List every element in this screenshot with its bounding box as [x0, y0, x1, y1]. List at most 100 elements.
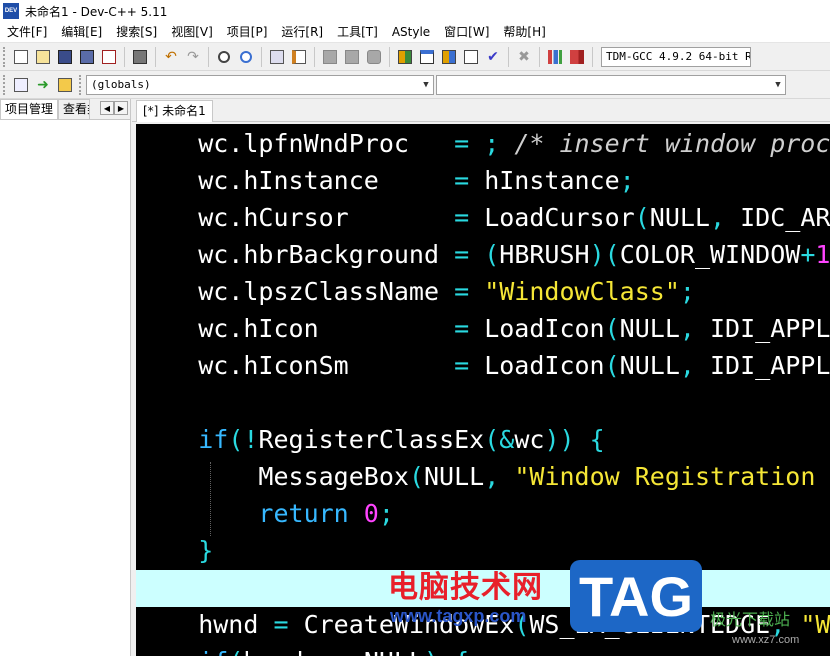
undo-button[interactable]: ↶ — [161, 47, 181, 67]
new-file-button[interactable] — [11, 47, 31, 67]
menu-project[interactable]: 项目[P] — [220, 22, 275, 42]
close-file-button[interactable] — [99, 47, 119, 67]
compile-run-button[interactable] — [439, 47, 459, 67]
compile-icon — [398, 49, 412, 64]
code-line[interactable]: return 0; — [138, 495, 394, 532]
replace-button[interactable] — [236, 47, 256, 67]
app-icon: DEV — [3, 3, 19, 19]
find-icon — [218, 50, 230, 63]
close-file-icon — [102, 49, 116, 64]
menu-file[interactable]: 文件[F] — [0, 22, 54, 42]
toolbar-separator — [155, 46, 156, 67]
left-panel: 项目管理 查看类 ◀ ▶ — [0, 99, 131, 656]
toolbar-separator — [208, 46, 209, 67]
toolbar-grip[interactable] — [3, 46, 8, 67]
chevron-down-icon: ▼ — [775, 79, 781, 90]
toolbar-separator — [592, 46, 593, 67]
goto-icon: ➜ — [37, 76, 49, 93]
toolbar-separator — [389, 46, 390, 67]
chart-icon — [548, 49, 562, 64]
new-file-icon — [14, 49, 28, 64]
goto-line-button[interactable] — [289, 47, 309, 67]
tab-project[interactable]: 项目管理 — [0, 99, 59, 119]
code-editor[interactable]: wc.lpfnWndProc = ; /* insert window proc… — [136, 124, 830, 656]
code-line[interactable]: wc.hIconSm = LoadIcon(NULL, IDI_APPLICAT… — [138, 347, 830, 384]
bookmark-icon — [270, 49, 284, 64]
tab-classes[interactable]: 查看类 — [58, 99, 91, 119]
compile-button[interactable] — [395, 47, 415, 67]
compiler-select[interactable]: TDM-GCC 4.9.2 64-bit Release — [601, 46, 751, 67]
run-icon — [420, 49, 434, 64]
scope-select[interactable]: (globals) ▼ — [86, 74, 434, 95]
replace-icon — [240, 50, 252, 63]
code-line[interactable]: if(hwnd == NULL) { — [138, 643, 469, 656]
editor-tab[interactable]: [*] 未命名1 — [136, 100, 213, 122]
code-line[interactable]: wc.hbrBackground = (HBRUSH)(COLOR_WINDOW… — [138, 236, 830, 273]
project-options-button[interactable] — [364, 47, 384, 67]
code-line[interactable]: wc.hCursor = LoadCursor(NULL, IDC_ARROW)… — [138, 199, 830, 236]
find-button[interactable] — [214, 47, 234, 67]
syntax-check-button[interactable]: ✔ — [483, 47, 503, 67]
redo-button[interactable]: ↷ — [183, 47, 203, 67]
project-add-button[interactable] — [342, 47, 362, 67]
stop-execution-button[interactable]: ✖ — [514, 47, 534, 67]
code-line[interactable]: } — [138, 532, 213, 569]
menu-astyle[interactable]: AStyle — [385, 22, 437, 42]
toolbar-grip[interactable] — [3, 74, 8, 95]
code-line[interactable]: wc.lpfnWndProc = ; /* insert window proc… — [138, 125, 830, 162]
current-line-highlight — [136, 570, 830, 607]
tab-scroll-right-button[interactable]: ▶ — [114, 101, 128, 115]
scope-value: (globals) — [91, 78, 151, 91]
project-add-icon — [345, 49, 359, 64]
tab-scroll-buttons: ◀ ▶ — [100, 101, 128, 115]
save-icon — [58, 49, 72, 64]
goto-line-icon — [292, 49, 306, 64]
menu-help[interactable]: 帮助[H] — [496, 22, 552, 42]
menu-execute[interactable]: 运行[R] — [274, 22, 330, 42]
print-button[interactable] — [130, 47, 150, 67]
project-new-button[interactable] — [320, 47, 340, 67]
toolbar-separator — [508, 46, 509, 67]
rebuild-all-button[interactable] — [461, 47, 481, 67]
code-line[interactable]: wc.lpszClassName = "WindowClass"; — [138, 273, 695, 310]
goto-button[interactable]: ➜ — [33, 75, 53, 95]
tab-scroll-left-button[interactable]: ◀ — [100, 101, 114, 115]
code-line[interactable]: MessageBox(NULL, "Window Registration Fa… — [138, 458, 830, 495]
class-toolbar: ➜ (globals) ▼ ▼ — [0, 71, 830, 99]
title-bar: DEV 未命名1 - Dev-C++ 5.11 — [0, 0, 830, 22]
insert-icon — [14, 77, 28, 92]
indent-button[interactable] — [55, 75, 75, 95]
member-select[interactable]: ▼ — [436, 74, 786, 95]
code-line[interactable]: wc.hInstance = hInstance; — [138, 162, 635, 199]
code-line[interactable]: wc.hIcon = LoadIcon(NULL, IDI_APPLICATIO… — [138, 310, 830, 347]
project-options-icon — [367, 49, 381, 64]
code-line[interactable]: if(!RegisterClassEx(&wc)) { — [138, 421, 605, 458]
open-folder-icon — [36, 49, 50, 64]
compile-run-icon — [442, 49, 456, 64]
code-line[interactable]: hwnd = CreateWindowEx(WS_EX_CLIENTEDGE, … — [138, 606, 830, 643]
toolbar-separator — [261, 46, 262, 67]
left-panel-tabs: 项目管理 查看类 ◀ ▶ — [0, 99, 130, 120]
save-all-button[interactable] — [77, 47, 97, 67]
redo-icon: ↷ — [187, 48, 199, 65]
delete-chart-icon — [570, 49, 584, 64]
menu-tools[interactable]: 工具[T] — [330, 22, 385, 42]
main-toolbar: ↶ ↷ ✔ ✖ TDM-GCC 4.9.2 64-bit Release — [0, 43, 830, 71]
editor-tab-bar: [*] 未命名1 — [132, 99, 830, 122]
insert-button[interactable] — [11, 75, 31, 95]
run-button[interactable] — [417, 47, 437, 67]
save-button[interactable] — [55, 47, 75, 67]
open-button[interactable] — [33, 47, 53, 67]
menu-edit[interactable]: 编辑[E] — [54, 22, 109, 42]
menu-bar: 文件[F] 编辑[E] 搜索[S] 视图[V] 项目[P] 运行[R] 工具[T… — [0, 22, 830, 43]
stop-icon: ✖ — [518, 48, 530, 65]
toolbar-separator — [539, 46, 540, 67]
project-new-icon — [323, 49, 337, 64]
toggle-bookmark-button[interactable] — [267, 47, 287, 67]
menu-search[interactable]: 搜索[S] — [109, 22, 164, 42]
menu-window[interactable]: 窗口[W] — [437, 22, 496, 42]
delete-profile-button[interactable] — [567, 47, 587, 67]
profile-button[interactable] — [545, 47, 565, 67]
menu-view[interactable]: 视图[V] — [164, 22, 220, 42]
toolbar-grip[interactable] — [79, 74, 84, 95]
